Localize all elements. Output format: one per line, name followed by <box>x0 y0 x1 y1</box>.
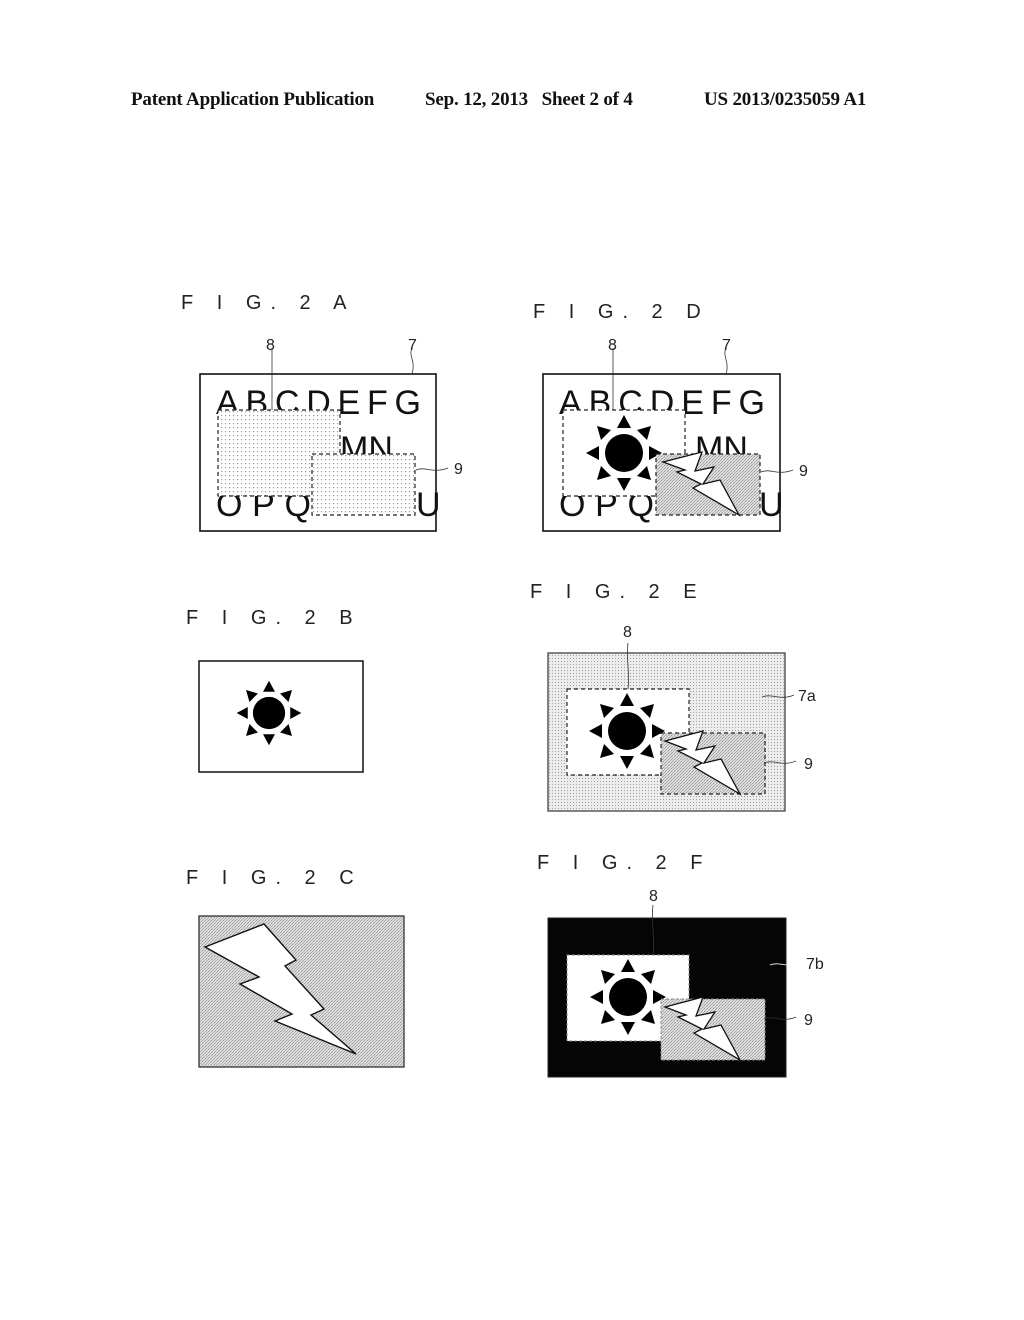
ref-9: 9 <box>454 461 463 478</box>
sun-icon <box>589 693 665 769</box>
ref-7b: 7b <box>806 956 824 973</box>
ref-9: 9 <box>799 463 808 480</box>
date-and-sheet: Sep. 12, 2013 Sheet 2 of 4 <box>425 89 633 110</box>
fig-2d-label: F I G. 2 D <box>533 301 710 323</box>
fig-2e: 8 7a 9 <box>547 624 816 812</box>
patent-number: US 2013/0235059 A1 <box>704 89 867 110</box>
text-row-3-right: U <box>759 486 784 524</box>
sun-icon <box>590 959 666 1035</box>
sun-icon <box>236 680 302 746</box>
ref-8: 8 <box>608 337 617 354</box>
sun-icon <box>586 415 662 491</box>
text-row-3-right: U <box>416 486 441 524</box>
ref-7: 7 <box>722 337 731 354</box>
fig-2a-label: F I G. 2 A <box>181 292 356 314</box>
fig-2e-label: F I G. 2 E <box>530 581 706 603</box>
ref-8: 8 <box>266 337 275 354</box>
ref-7a: 7a <box>798 688 816 705</box>
fig-2c-label: F I G. 2 C <box>186 867 363 889</box>
fig-2f: 8 7b 9 <box>547 888 824 1078</box>
fig-2b <box>198 660 364 773</box>
ref-7: 7 <box>408 337 417 354</box>
ref-8: 8 <box>649 888 658 905</box>
region-9 <box>311 453 416 516</box>
ref-8: 8 <box>623 624 632 641</box>
ref-9: 9 <box>804 1012 813 1029</box>
fig-2f-label: F I G. 2 F <box>537 852 712 874</box>
ref-9: 9 <box>804 756 813 773</box>
fig-2d: ABCDEFG MN OPQ U 8 7 9 <box>542 337 808 532</box>
fig-2a: ABCDEFG MN OPQ U 8 7 9 <box>199 337 463 532</box>
fig-2b-label: F I G. 2 B <box>186 607 362 629</box>
fig-2c <box>198 915 405 1068</box>
publication-title: Patent Application Publication <box>131 89 375 110</box>
